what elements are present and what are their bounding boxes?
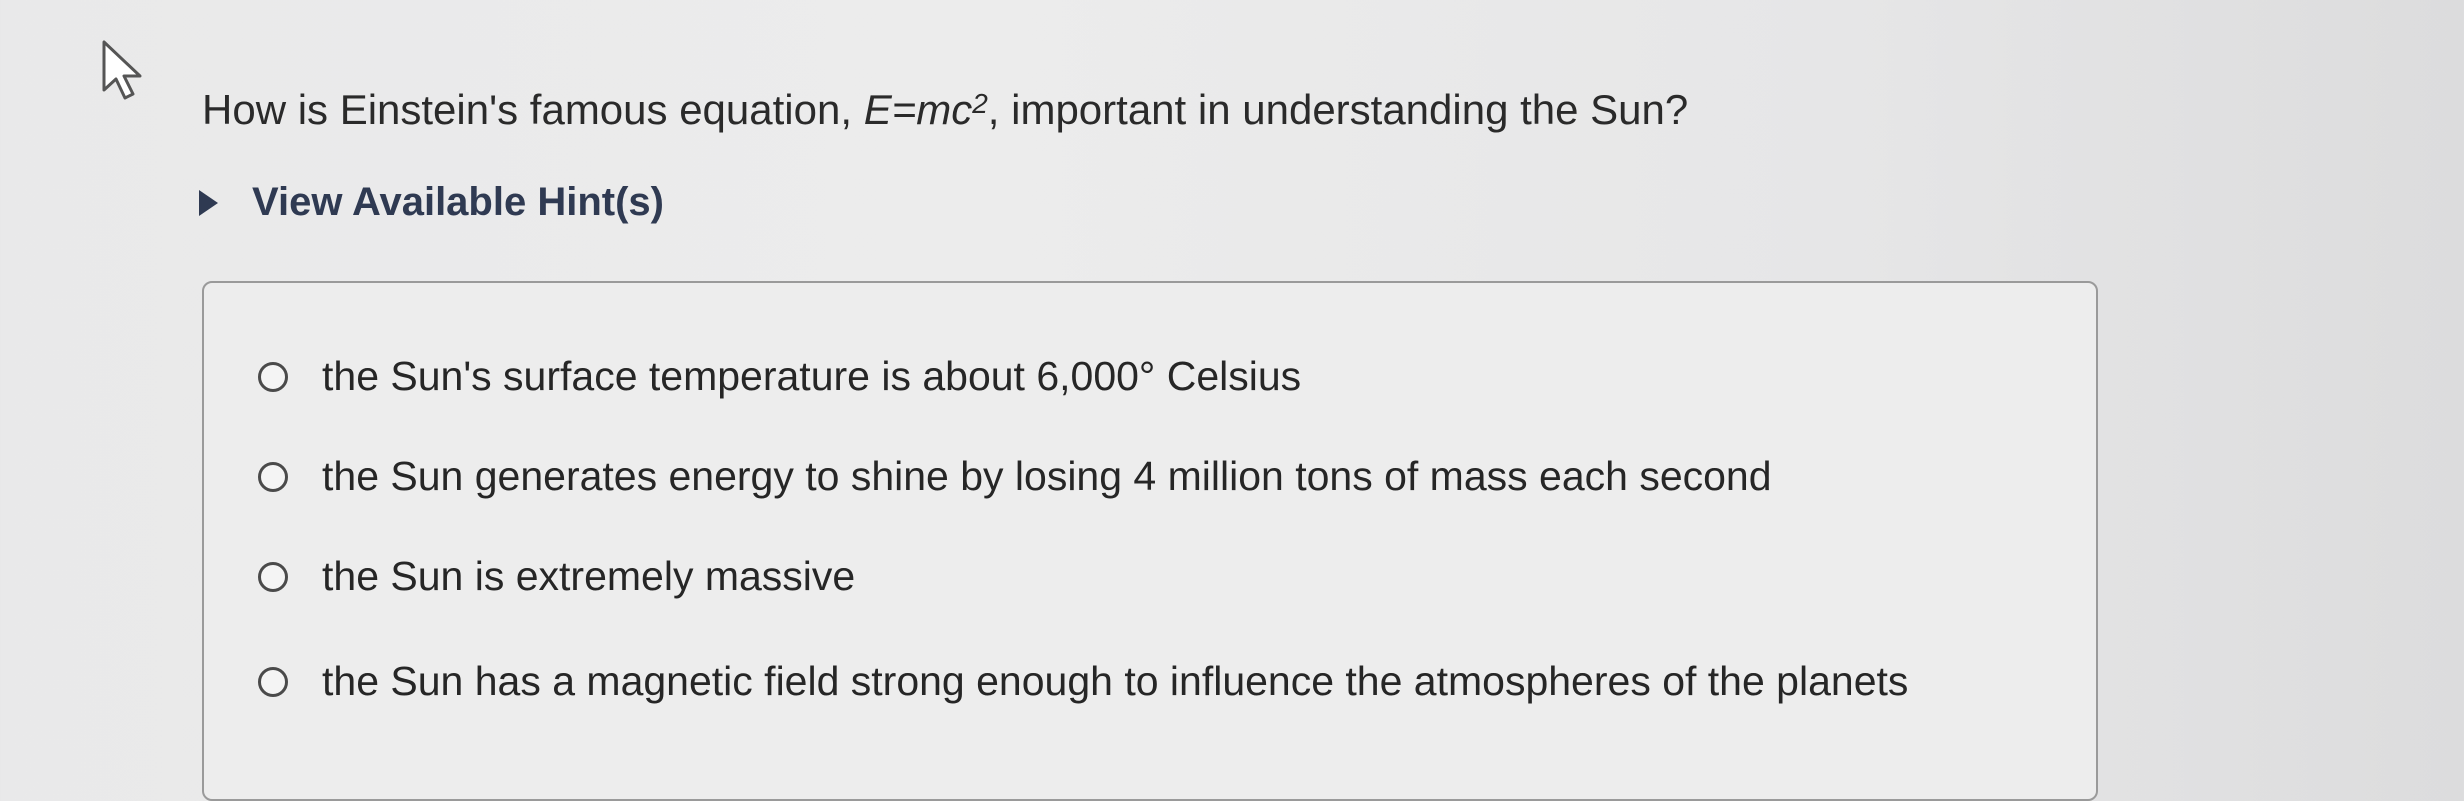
- answer-choice-1[interactable]: the Sun's surface temperature is about 6…: [258, 353, 1301, 400]
- question-suffix: , important in understanding the Sun?: [987, 86, 1689, 133]
- mouse-pointer-icon: [102, 40, 142, 100]
- caret-right-icon: [199, 189, 218, 216]
- view-hints-toggle[interactable]: View Available Hint(s): [196, 180, 664, 225]
- answer-choices-box: the Sun's surface temperature is about 6…: [202, 281, 2098, 801]
- answer-choice-2[interactable]: the Sun generates energy to shine by los…: [258, 453, 1772, 500]
- radio-button[interactable]: [258, 561, 288, 592]
- answer-choice-label: the Sun generates energy to shine by los…: [322, 453, 1772, 499]
- equation-exponent: 2: [972, 88, 988, 119]
- radio-button[interactable]: [258, 461, 288, 492]
- question-text: How is Einstein's famous equation, E=mc2…: [202, 82, 1688, 138]
- answer-choice-label: the Sun is extremely massive: [322, 553, 856, 599]
- answer-choice-3[interactable]: the Sun is extremely massive: [258, 553, 855, 600]
- equation: E=mc2: [863, 86, 988, 133]
- radio-button[interactable]: [258, 361, 288, 392]
- answer-choice-label: the Sun's surface temperature is about 6…: [322, 353, 1302, 399]
- view-hints-label: View Available Hint(s): [252, 180, 664, 224]
- answer-choice-4[interactable]: the Sun has a magnetic field strong enou…: [258, 658, 1908, 705]
- answer-choice-label: the Sun has a magnetic field strong enou…: [322, 658, 1909, 704]
- radio-button[interactable]: [258, 666, 288, 697]
- question-prefix: How is Einstein's famous equation,: [202, 86, 864, 133]
